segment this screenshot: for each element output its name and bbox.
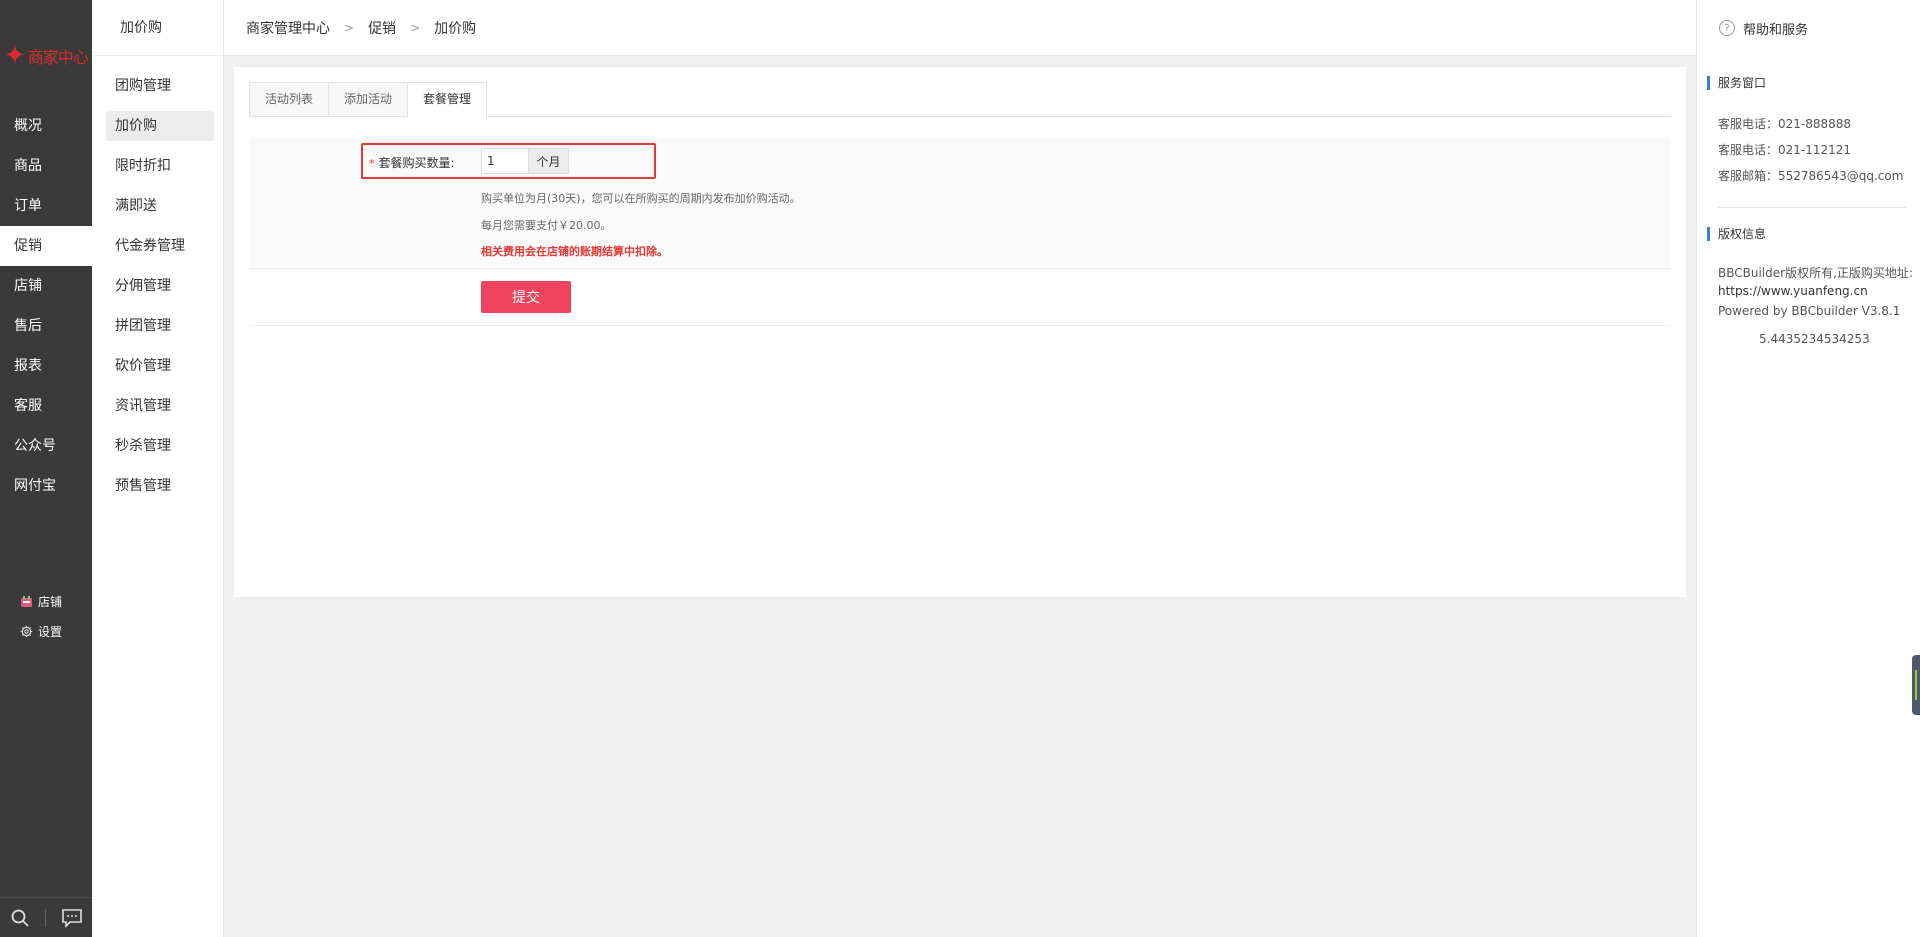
bottom-toolbar — [0, 897, 92, 937]
copyright-url[interactable]: https://www.yuanfeng.cn — [1718, 284, 1868, 298]
shop-icon — [21, 596, 32, 607]
service-phone-1: 客服电话：021-888888 — [1718, 117, 1852, 131]
breadcrumb-item-current: 加价购 — [434, 20, 477, 37]
service-email[interactable]: 客服邮箱：552786543@qq.com — [1718, 167, 1903, 184]
nav-shop-link[interactable]: 店铺 — [20, 593, 62, 610]
tab-activity-list[interactable]: 活动列表 — [249, 82, 329, 117]
logo-icon: ✦ — [4, 41, 26, 71]
toolbar-divider — [45, 908, 47, 927]
quantity-unit: 个月 — [529, 148, 569, 174]
main-nav-item-overview[interactable]: 概况 — [0, 106, 92, 146]
help-panel: ? 帮助和服务 服务窗口 客服电话：021-888888 客服电话：021-11… — [1696, 0, 1920, 937]
question-icon: ? — [1719, 20, 1735, 36]
sub-nav-item-limited-discount[interactable]: 限时折扣 — [106, 151, 214, 181]
side-drawer-handle[interactable] — [1912, 655, 1920, 715]
main-nav-item-customer-service[interactable]: 客服 — [0, 386, 92, 426]
sub-nav-item-group-buy[interactable]: 团购管理 — [106, 71, 214, 101]
nav-settings-link[interactable]: 设置 — [20, 623, 62, 640]
main-nav-item-official-account[interactable]: 公众号 — [0, 426, 92, 466]
sub-nav-item-commission[interactable]: 分佣管理 — [106, 271, 214, 301]
sub-nav-item-add-price-buy[interactable]: 加价购 — [106, 111, 214, 141]
main-panel: 活动列表 添加活动 套餐管理 *套餐购买数量: 个月 购买单位为月(30天)，您… — [234, 67, 1686, 597]
main-nav-item-promotion[interactable]: 促销 — [0, 226, 92, 266]
logo-text: 商家中心 — [27, 48, 89, 67]
submit-row: 提交 — [249, 269, 1671, 326]
package-form: *套餐购买数量: 个月 购买单位为月(30天)，您可以在所购买的周期内发布加价购… — [249, 137, 1671, 269]
sub-nav-item-flash-sale[interactable]: 秒杀管理 — [106, 431, 214, 461]
main-nav-item-payment[interactable]: 网付宝 — [0, 466, 92, 506]
sub-nav-title: 加价购 — [92, 0, 223, 56]
quantity-input[interactable] — [481, 148, 529, 174]
sub-nav-item-bargain[interactable]: 砍价管理 — [106, 351, 214, 381]
hint-monthly-fee: 每月您需要支付￥20.00。 — [481, 219, 612, 232]
nav-settings-label: 设置 — [38, 625, 63, 639]
sub-nav-item-voucher[interactable]: 代金券管理 — [106, 231, 214, 261]
sub-nav-item-full-gift[interactable]: 满即送 — [106, 191, 214, 221]
service-window-title: 服务窗口 — [1707, 76, 1766, 90]
tab-add-activity[interactable]: 添加活动 — [328, 82, 408, 117]
submit-button[interactable]: 提交 — [481, 281, 571, 313]
chevron-right-icon: > — [410, 20, 421, 35]
sub-nav-item-group-together[interactable]: 拼团管理 — [106, 311, 214, 341]
chevron-right-icon: > — [344, 20, 355, 35]
help-divider — [1718, 207, 1906, 208]
breadcrumb-item-promotion[interactable]: 促销 — [368, 18, 396, 38]
quantity-label: * 套餐购买数量: — [369, 154, 455, 171]
logo[interactable]: ✦ 商家中心 — [4, 40, 90, 72]
required-mark: * — [369, 157, 375, 170]
nav-shop-label: 店铺 — [38, 595, 63, 609]
sub-nav-item-news[interactable]: 资讯管理 — [106, 391, 214, 421]
hint-fee-deduction: 相关费用会在店铺的账期结算中扣除。 — [481, 245, 668, 258]
tab-bar: 活动列表 添加活动 套餐管理 — [249, 82, 1671, 118]
main-nav-item-reports[interactable]: 报表 — [0, 346, 92, 386]
powered-by: Powered by BBCbuilder V3.8.1 — [1718, 304, 1901, 318]
sub-nav-item-presale[interactable]: 预售管理 — [106, 471, 214, 501]
help-title: 帮助和服务 — [1743, 22, 1809, 38]
sub-nav: 加价购 团购管理 加价购 限时折扣 满即送 代金券管理 分佣管理 拼团管理 砍价… — [92, 0, 224, 937]
quantity-label-text: 套餐购买数量: — [378, 156, 455, 170]
service-phone-2: 客服电话：021-112121 — [1718, 143, 1852, 157]
gear-icon — [20, 625, 33, 638]
search-button[interactable] — [5, 903, 35, 933]
search-icon — [11, 909, 29, 927]
main-nav-item-goods[interactable]: 商品 — [0, 146, 92, 186]
copyright-title: 版权信息 — [1707, 227, 1766, 241]
quantity-row: *套餐购买数量: 个月 — [361, 143, 656, 179]
copyright-owner: BBCBuilder版权所有,正版购买地址: — [1718, 266, 1913, 280]
version-number: 5.4435234534253 — [1759, 332, 1870, 346]
main-nav-item-shop[interactable]: 店铺 — [0, 266, 92, 306]
breadcrumb-item-home[interactable]: 商家管理中心 — [246, 18, 330, 38]
chat-icon — [62, 908, 82, 928]
hint-purchase-unit: 购买单位为月(30天)，您可以在所购买的周期内发布加价购活动。 — [481, 192, 801, 205]
help-header: ? 帮助和服务 — [1697, 0, 1920, 56]
main-nav-item-orders[interactable]: 订单 — [0, 186, 92, 226]
chat-button[interactable] — [57, 903, 87, 933]
tab-package-management[interactable]: 套餐管理 — [407, 82, 487, 118]
main-nav: ✦ 商家中心 概况 商品 订单 促销 店铺 售后 报表 客服 公众号 网付宝 店… — [0, 0, 92, 937]
breadcrumb: 商家管理中心 > 促销 > 加价购 — [224, 0, 1696, 56]
main-nav-item-aftersale[interactable]: 售后 — [0, 306, 92, 346]
